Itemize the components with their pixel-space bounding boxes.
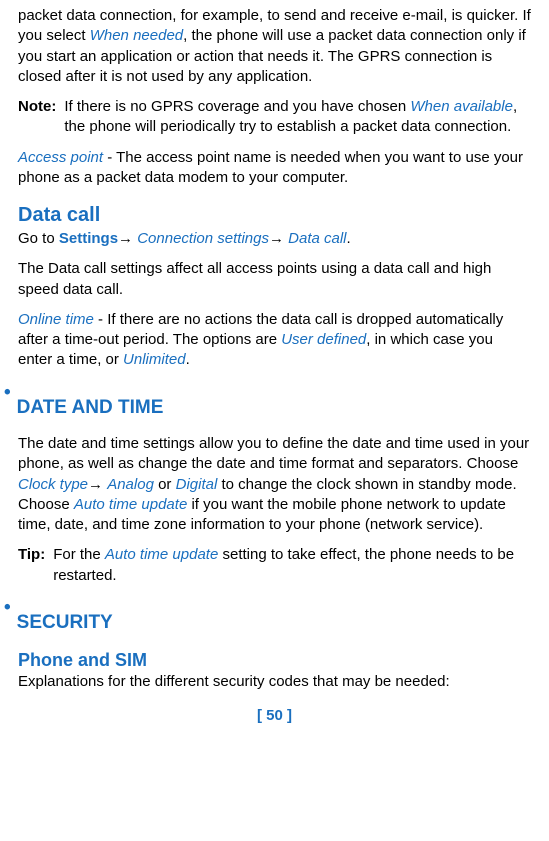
arrow-icon: → [269, 230, 288, 247]
text: The date and time settings allow you to … [18, 435, 529, 472]
link-data-call: Data call [288, 230, 346, 247]
link-analog: Analog [107, 476, 154, 493]
paragraph-access-point: Access point - The access point name is … [18, 148, 531, 189]
bullet-icon: • [4, 381, 11, 406]
text: For the [53, 546, 105, 563]
tip-auto-time: Tip: For the Auto time update setting to… [18, 545, 531, 586]
paragraph-nav-data-call: Go to Settings→ Connection settings→ Dat… [18, 229, 531, 249]
paragraph-date-time: The date and time settings allow you to … [18, 434, 531, 535]
link-access-point: Access point [18, 149, 103, 166]
paragraph-security-codes: Explanations for the different security … [18, 672, 531, 692]
arrow-icon: → [88, 476, 107, 493]
link-clock-type: Clock type [18, 476, 88, 493]
arrow-icon: → [118, 230, 137, 247]
section-security: • SECURITY [4, 596, 531, 642]
link-online-time: Online time [18, 311, 94, 328]
paragraph-packet-data: packet data connection, for example, to … [18, 6, 531, 87]
text: If there is no GPRS coverage and you hav… [64, 98, 410, 115]
link-connection-settings: Connection settings [137, 230, 269, 247]
page-number-value: 50 [266, 707, 283, 724]
text: . [347, 230, 351, 247]
heading-security: SECURITY [17, 610, 113, 636]
page-number: [ 50 ] [18, 706, 531, 726]
tip-label: Tip: [18, 545, 45, 586]
text: Go to [18, 230, 59, 247]
paragraph-data-call-desc: The Data call settings affect all access… [18, 259, 531, 300]
link-digital: Digital [176, 476, 218, 493]
text: . [186, 351, 190, 368]
note-gprs: Note: If there is no GPRS coverage and y… [18, 97, 531, 138]
bullet-icon: • [4, 596, 11, 621]
section-date-and-time: • DATE AND TIME [4, 381, 531, 431]
heading-date-and-time: DATE AND TIME [17, 395, 164, 421]
link-when-needed: When needed [90, 27, 183, 44]
link-when-available: When available [410, 98, 513, 115]
link-settings: Settings [59, 230, 118, 247]
link-user-defined: User defined [281, 331, 366, 348]
heading-phone-and-sim: Phone and SIM [18, 648, 531, 672]
note-body: If there is no GPRS coverage and you hav… [64, 97, 531, 138]
note-label: Note: [18, 97, 56, 138]
heading-data-call: Data call [18, 202, 531, 229]
tip-body: For the Auto time update setting to take… [53, 545, 531, 586]
link-unlimited: Unlimited [123, 351, 186, 368]
link-auto-time-update: Auto time update [105, 546, 218, 563]
bracket-right: ] [283, 707, 292, 724]
text: or [154, 476, 176, 493]
paragraph-online-time: Online time - If there are no actions th… [18, 310, 531, 371]
link-auto-time-update: Auto time update [74, 496, 187, 513]
bracket-left: [ [257, 707, 266, 724]
